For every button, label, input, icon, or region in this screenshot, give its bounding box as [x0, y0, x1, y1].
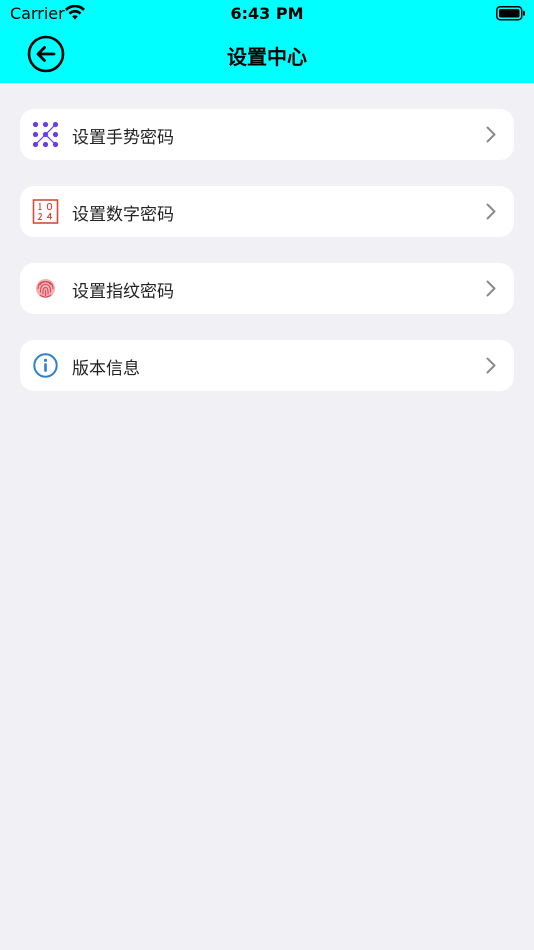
- navigation-header: Carrier 6:43 PM 设置中心: [0, 0, 534, 83]
- menu-item-label: 设置数字密码: [72, 205, 174, 225]
- number-pad-icon: [32, 198, 59, 225]
- info-icon: [32, 352, 59, 379]
- page-title: 设置中心: [227, 45, 307, 69]
- menu-item-label: 设置指纹密码: [72, 282, 174, 302]
- menu-item-fingerprint-password[interactable]: 设置指纹密码: [20, 263, 514, 314]
- status-bar: Carrier 6:43 PM: [0, 0, 534, 28]
- gesture-dots-icon: [32, 121, 59, 148]
- chevron-right-icon: [486, 203, 496, 224]
- fingerprint-icon: [32, 275, 59, 302]
- menu-item-number-password[interactable]: 设置数字密码: [20, 186, 514, 237]
- menu-item-version-info[interactable]: 版本信息: [20, 340, 514, 391]
- settings-list: 设置手势密码 设置数字密码 设置指纹密码 版本信息: [20, 109, 514, 417]
- chevron-right-icon: [486, 357, 496, 378]
- battery-icon: [496, 6, 526, 25]
- status-time: 6:43 PM: [230, 4, 304, 23]
- chevron-right-icon: [486, 126, 496, 147]
- menu-item-label: 版本信息: [72, 359, 140, 379]
- chevron-right-icon: [486, 280, 496, 301]
- menu-item-gesture-password[interactable]: 设置手势密码: [20, 109, 514, 160]
- menu-item-label: 设置手势密码: [72, 128, 174, 148]
